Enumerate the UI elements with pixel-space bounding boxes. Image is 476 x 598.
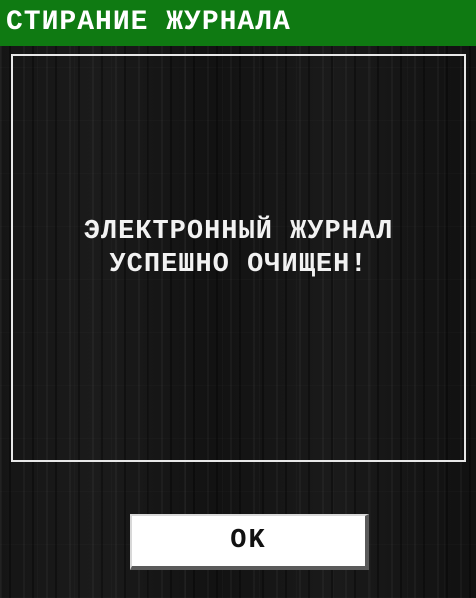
message-text: ЭЛЕКТРОННЫЙ ЖУРНАЛ УСПЕШНО ОЧИЩЕН! bbox=[13, 216, 464, 282]
message-panel: ЭЛЕКТРОННЫЙ ЖУРНАЛ УСПЕШНО ОЧИЩЕН! bbox=[11, 54, 466, 462]
dialog-title: СТИРАНИЕ ЖУРНАЛА bbox=[0, 0, 476, 46]
ok-button[interactable]: OK bbox=[130, 514, 369, 570]
message-line-2: УСПЕШНО ОЧИЩЕН! bbox=[109, 250, 368, 280]
message-line-1: ЭЛЕКТРОННЫЙ ЖУРНАЛ bbox=[83, 217, 394, 247]
